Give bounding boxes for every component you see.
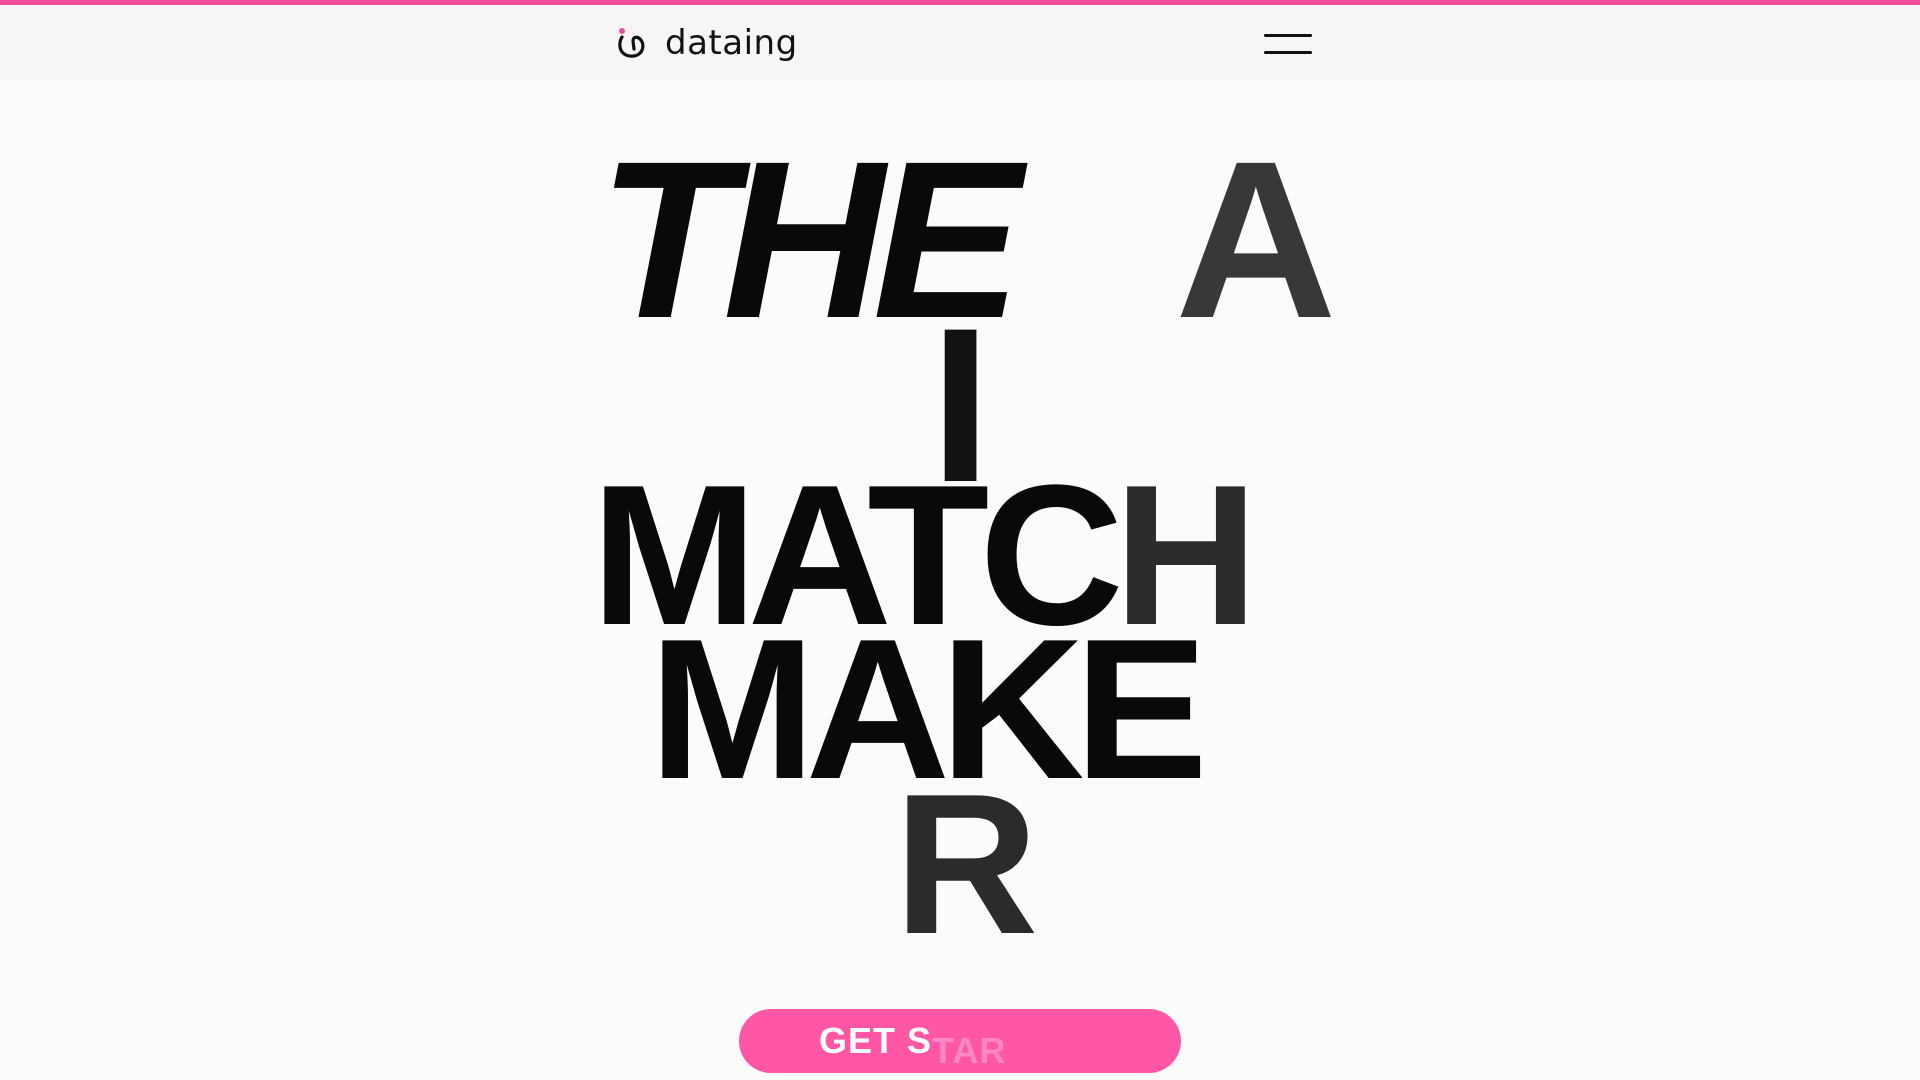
get-started-button[interactable]: GET STAR [739,1009,1181,1073]
hero-letter-r: R [894,753,1039,976]
get-started-label: GET STAR [819,1020,1006,1071]
hero-section: THE A I MATCH MAKE R GET STAR [0,0,1920,1080]
hero-letter-a: A [1175,115,1337,365]
cta-label-visible: GET S [819,1020,933,1061]
cta-label-fading: TAR [932,1030,1007,1071]
